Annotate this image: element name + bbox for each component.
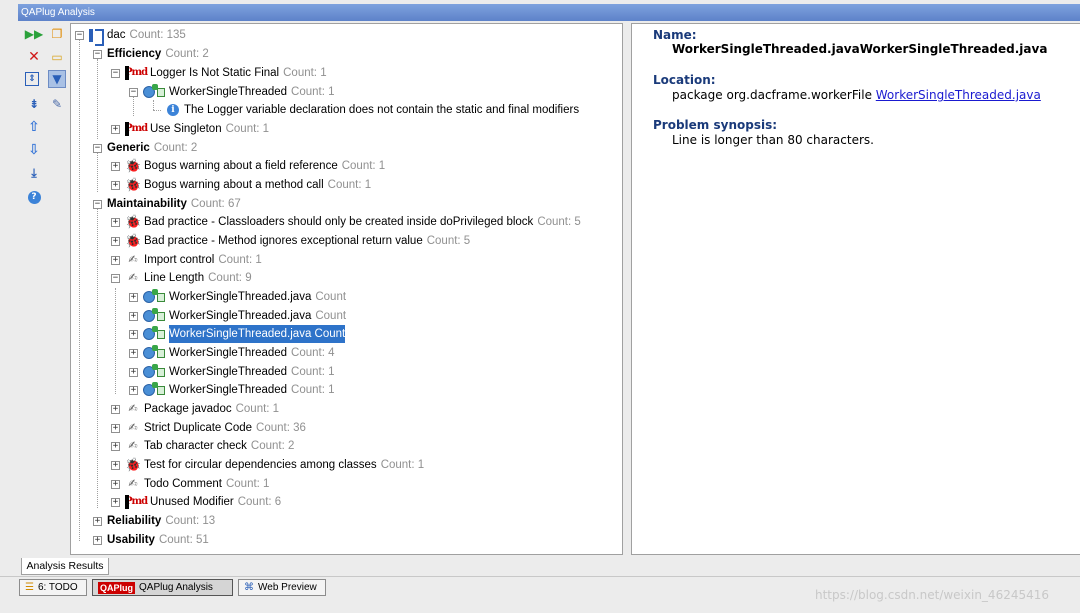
tree-row[interactable]: − Generic Count: 2 [93, 139, 197, 157]
java-file-icon [143, 326, 158, 340]
window-title: QAPlug Analysis [18, 4, 1080, 21]
location-label: Location: [653, 73, 716, 87]
java-file-icon [143, 84, 158, 98]
help-icon[interactable]: ? [25, 188, 43, 206]
watermark: https://blog.csdn.net/weixin_46245416 [815, 588, 1050, 602]
previous-icon[interactable]: ⇧ [25, 118, 43, 136]
tree-row[interactable]: + ✍ Package javadoc Count: 1 [111, 400, 279, 418]
java-file-icon [143, 345, 158, 359]
tree-row[interactable]: + Reliability Count: 13 [93, 512, 215, 530]
tree-row[interactable]: + 🐞 Test for circular dependencies among c… [111, 456, 424, 474]
analysis-toolbar: ▶▶ ❐ ✕ ▭ ⇕ ▼ ⇟ ✎ ⇧ ⇩ ⤓ ? [18, 22, 68, 555]
expand-all-icon[interactable]: ⇕ [25, 72, 39, 86]
tree-row[interactable]: + ✍ Import control Count: 1 [111, 251, 262, 269]
project-icon [89, 28, 104, 46]
web-preview-tab[interactable]: ⌘ Web Preview [238, 579, 326, 596]
synopsis-label: Problem synopsis: [653, 118, 778, 132]
tree-row[interactable]: + WorkerSingleThreaded.java Count [129, 307, 346, 325]
collapse-all-icon[interactable]: ⇟ [25, 95, 43, 113]
tree-row[interactable]: + 🐞 Bogus warning about a method call Count… [111, 176, 371, 194]
tree-row[interactable]: + ✍ Todo Comment Count: 1 [111, 475, 269, 493]
settings-icon[interactable]: ✎ [48, 95, 66, 113]
todo-icon: ☰ [25, 582, 34, 593]
findbugs-icon: 🐞 [125, 233, 142, 248]
findbugs-icon: 🐞 [125, 457, 142, 472]
detail-panel: Name: WorkerSingleThreaded.javaWorkerSin… [631, 23, 1080, 555]
tree-row[interactable]: + WorkerSingleThreaded Count: 4 [129, 344, 335, 362]
findbugs-icon: 🐞 [125, 177, 142, 192]
name-value: WorkerSingleThreaded.javaWorkerSingleThr… [672, 42, 1048, 56]
rerun-icon[interactable]: ❐ [48, 25, 66, 43]
results-tree[interactable]: − dac Count: 135 − Efficiency Count: 2 − Pmd L… [70, 23, 623, 555]
tree-row[interactable]: + ✍ Strict Duplicate Code Count: 36 [111, 419, 306, 437]
findbugs-icon: 🐞 [125, 158, 142, 173]
export-icon[interactable]: ⤓ [25, 164, 43, 182]
tree-row[interactable]: − ✍ Line Length Count: 9 [111, 269, 252, 287]
tree-row[interactable]: − Efficiency Count: 2 [93, 45, 209, 63]
tree-row[interactable]: + Pmd Unused Modifier Count: 6 [111, 493, 281, 511]
tree-row[interactable]: + Usability Count: 51 [93, 531, 209, 549]
tree-row[interactable]: − Maintainability Count: 67 [93, 195, 241, 213]
filter-icon[interactable]: ▼ [48, 70, 66, 88]
folder-icon[interactable]: ▭ [48, 48, 66, 66]
name-label: Name: [653, 28, 697, 42]
checkstyle-icon: ✍ [128, 422, 138, 434]
tree-row[interactable]: − WorkerSingleThreaded Count: 1 [129, 83, 335, 101]
lock-icon [157, 385, 165, 395]
pmd-icon: Pmd [125, 122, 148, 136]
java-file-icon [143, 308, 158, 322]
pmd-icon: Pmd [125, 66, 148, 80]
synopsis-value: Line is longer than 80 characters. [672, 133, 874, 147]
checkstyle-icon: ✍ [128, 272, 138, 284]
pmd-icon: Pmd [125, 495, 148, 509]
lock-icon [157, 348, 165, 358]
tree-root[interactable]: − dac Count: 135 [75, 26, 186, 46]
checkstyle-icon: ✍ [128, 403, 138, 415]
findbugs-icon: 🐞 [125, 214, 142, 229]
file-link[interactable]: WorkerSingleThreaded.java [876, 88, 1041, 102]
tree-row[interactable]: + WorkerSingleThreaded Count: 1 [129, 381, 335, 399]
lock-icon [157, 292, 165, 302]
info-icon: i [167, 104, 179, 116]
tree-row[interactable]: i The Logger variable declaration does no… [167, 101, 579, 119]
java-file-icon [143, 382, 158, 396]
web-preview-icon: ⌘ [244, 582, 254, 593]
lock-icon [157, 311, 165, 321]
lock-icon [157, 329, 165, 339]
java-file-icon [143, 289, 158, 303]
tree-row[interactable]: + 🐞 Bad practice - Method ignores exceptio… [111, 232, 470, 250]
checkstyle-icon: ✍ [128, 440, 138, 452]
lock-icon [157, 87, 165, 97]
tree-row[interactable]: − Pmd Logger Is Not Static Final Count: 1 [111, 64, 327, 82]
tree-row[interactable]: + 🐞 Bogus warning about a field reference C… [111, 157, 385, 175]
close-icon[interactable]: ✕ [25, 48, 43, 66]
next-icon[interactable]: ⇩ [25, 141, 43, 159]
collapse-toggle[interactable]: − [75, 30, 84, 40]
lock-icon [157, 367, 165, 377]
tree-row[interactable]: + WorkerSingleThreaded.java Count [129, 288, 346, 306]
tree-row[interactable]: + WorkerSingleThreaded Count: 1 [129, 363, 335, 381]
todo-tab[interactable]: ☰ 6: TODO [19, 579, 87, 596]
checkstyle-icon: ✍ [128, 478, 138, 490]
qaplug-tab[interactable]: QAPlug QAPlug Analysis [92, 579, 233, 596]
qaplug-logo: QAPlug [98, 581, 135, 594]
tree-row-selected[interactable]: + WorkerSingleThreaded.java Count [129, 325, 346, 343]
tree-row[interactable]: + 🐞 Bad practice - Classloaders should onl… [111, 213, 581, 231]
location-value: package org.dacframe.workerFile WorkerSi… [672, 88, 1041, 102]
tree-row[interactable]: + ✍ Tab character check Count: 2 [111, 437, 294, 455]
run-icon[interactable]: ▶▶ [25, 25, 43, 43]
tab-analysis-results[interactable]: Analysis Results [21, 558, 109, 575]
java-file-icon [143, 364, 158, 378]
tree-row[interactable]: + Pmd Use Singleton Count: 1 [111, 120, 269, 138]
checkstyle-icon: ✍ [128, 254, 138, 266]
